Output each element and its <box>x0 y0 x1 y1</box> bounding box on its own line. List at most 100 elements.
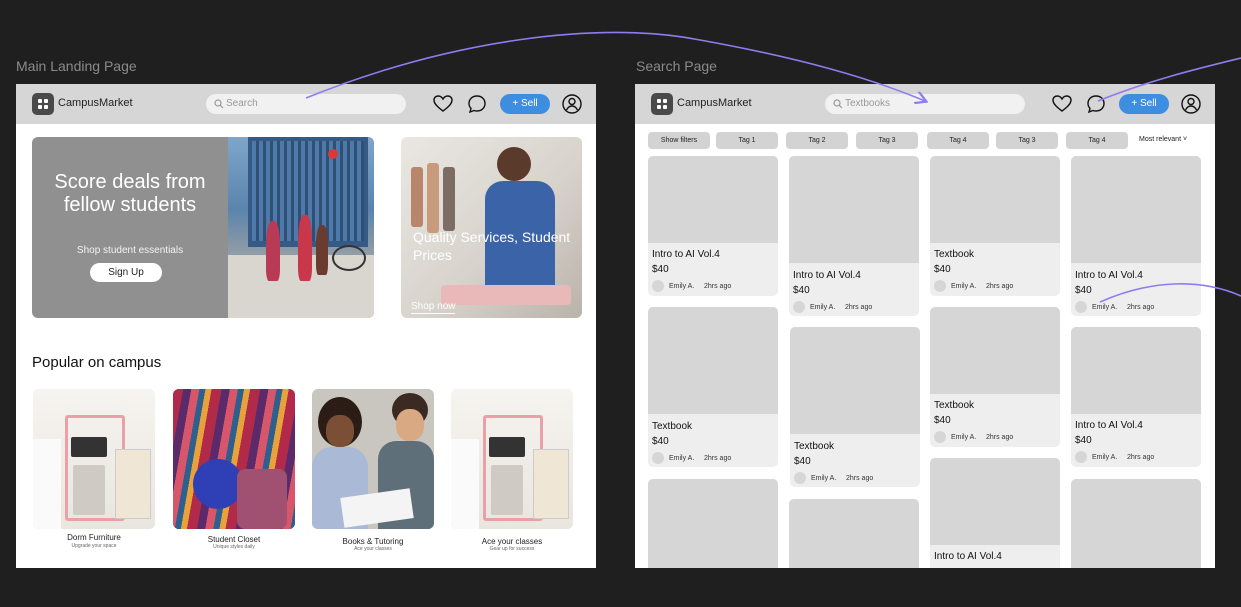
listing-image <box>648 307 778 414</box>
heart-icon[interactable] <box>432 93 454 115</box>
search-page-frame: CampusMarket Textbooks + Sell Show filte… <box>635 84 1215 568</box>
post-time: 2hrs ago <box>704 455 732 462</box>
chat-icon[interactable] <box>466 93 488 115</box>
brand-name[interactable]: CampusMarket <box>58 97 133 109</box>
listing-price: $40 <box>794 456 811 467</box>
listing-image <box>1071 327 1201 414</box>
listing-price: $40 <box>934 264 951 275</box>
hero-title: Score deals from fellow students <box>54 171 206 216</box>
sell-button[interactable]: + Sell <box>500 94 550 114</box>
search-frame-label: Search Page <box>636 58 717 74</box>
sort-dropdown[interactable]: Most relevant ˅ <box>1139 136 1187 143</box>
tag-chip[interactable]: Tag 3 <box>996 132 1058 149</box>
grid-logo-icon[interactable] <box>651 93 673 115</box>
listing-title: Intro to AI Vol.4 <box>1075 270 1143 281</box>
services-title: Quality Services, Student Prices <box>413 229 571 263</box>
tag-chip[interactable]: Tag 1 <box>716 132 778 149</box>
avatar <box>793 301 805 313</box>
listing-image <box>1071 156 1201 263</box>
listing-card[interactable]: Intro to AI Vol.4 $40 Emily A. 2hrs ago <box>648 156 778 296</box>
post-time: 2hrs ago <box>986 283 1014 290</box>
popular-section-title: Popular on campus <box>32 354 162 371</box>
listing-card[interactable]: Textbook $40 Emily A. 2hrs ago <box>790 327 920 487</box>
avatar <box>652 280 664 292</box>
avatar <box>1075 301 1087 313</box>
search-input[interactable]: Textbooks <box>825 94 1025 114</box>
seller-name: Emily A. <box>1092 304 1118 311</box>
avatar <box>934 280 946 292</box>
category-subtitle: Upgrade your space <box>71 543 117 549</box>
category-card-ace-classes[interactable] <box>451 389 573 529</box>
services-banner[interactable]: Quality Services, Student Prices Shop no… <box>401 137 582 318</box>
listing-title: Intro to AI Vol.4 <box>793 270 861 281</box>
tag-chip[interactable]: Tag 3 <box>856 132 918 149</box>
seller-name: Emily A. <box>669 455 695 462</box>
avatar <box>1075 451 1087 463</box>
seller-name: Emily A. <box>811 475 837 482</box>
seller-name: Emily A. <box>1092 454 1118 461</box>
listing-card[interactable]: Intro to AI Vol.4 <box>930 458 1060 568</box>
hero-subtitle: Shop student essentials <box>76 245 184 256</box>
chat-icon[interactable] <box>1085 93 1107 115</box>
listing-card[interactable] <box>648 479 778 568</box>
listing-card[interactable]: Textbook $40 Emily A. 2hrs ago <box>930 156 1060 296</box>
listing-card[interactable] <box>1071 479 1201 568</box>
category-subtitle: Ace your classes <box>354 546 392 552</box>
show-filters-button[interactable]: Show filters <box>648 132 710 149</box>
category-card-student-closet[interactable] <box>173 389 295 529</box>
tag-chip[interactable]: Tag 2 <box>786 132 848 149</box>
search-icon <box>833 99 843 109</box>
listing-price: $40 <box>652 264 669 275</box>
category-card-books-tutoring[interactable] <box>312 389 434 529</box>
listing-title: Textbook <box>652 421 693 432</box>
listing-price: $40 <box>934 415 951 426</box>
category-name: Dorm Furniture <box>67 533 121 542</box>
listing-card[interactable]: Intro to AI Vol.4 $40 Emily A. 2hrs ago <box>1071 156 1201 316</box>
listing-card[interactable]: Intro to AI Vol.4 $40 Emily A. 2hrs ago <box>789 156 919 316</box>
listing-image <box>648 479 778 568</box>
sign-up-button[interactable]: Sign Up <box>90 263 162 282</box>
post-time: 2hrs ago <box>1127 304 1155 311</box>
listing-image <box>930 458 1060 545</box>
listing-price: $40 <box>1075 285 1092 296</box>
listing-title: Textbook <box>934 400 975 411</box>
listing-price: $40 <box>652 436 669 447</box>
category-subtitle: Unique styles daily <box>213 544 255 550</box>
tag-chip[interactable]: Tag 4 <box>927 132 989 149</box>
top-navigation-bar: CampusMarket Textbooks + Sell <box>635 84 1215 124</box>
listing-title: Textbook <box>934 249 975 260</box>
listing-image <box>789 499 919 568</box>
user-icon[interactable] <box>1180 93 1202 115</box>
tag-chip[interactable]: Tag 4 <box>1066 132 1128 149</box>
listing-image <box>1071 479 1201 568</box>
post-time: 2hrs ago <box>846 475 874 482</box>
search-icon <box>214 99 224 109</box>
hero-banner: Score deals from fellow students Shop st… <box>32 137 374 318</box>
landing-frame-label: Main Landing Page <box>16 58 137 74</box>
grid-logo-icon[interactable] <box>32 93 54 115</box>
category-name: Student Closet <box>207 535 261 544</box>
seller-name: Emily A. <box>951 283 977 290</box>
category-card-dorm-furniture[interactable] <box>33 389 155 529</box>
sell-button[interactable]: + Sell <box>1119 94 1169 114</box>
top-navigation-bar: CampusMarket Search + Sell <box>16 84 596 124</box>
search-value: Textbooks <box>845 98 891 109</box>
search-placeholder: Search <box>226 98 258 109</box>
listing-card[interactable]: Intro to AI Vol.4 $40 Emily A. 2hrs ago <box>1071 327 1201 467</box>
post-time: 2hrs ago <box>986 434 1014 441</box>
post-time: 2hrs ago <box>845 304 873 311</box>
listing-title: Intro to AI Vol.4 <box>652 249 720 260</box>
listing-price: $40 <box>1075 435 1092 446</box>
search-input[interactable]: Search <box>206 94 406 114</box>
listing-card[interactable] <box>789 499 919 568</box>
shop-now-link[interactable]: Shop now <box>411 301 456 314</box>
seller-name: Emily A. <box>669 283 695 290</box>
user-icon[interactable] <box>561 93 583 115</box>
category-name: Ace your classes <box>481 537 543 546</box>
brand-name[interactable]: CampusMarket <box>677 97 752 109</box>
listing-image <box>648 156 778 243</box>
hero-campus-photo <box>228 137 374 318</box>
listing-card[interactable]: Textbook $40 Emily A. 2hrs ago <box>648 307 778 467</box>
listing-card[interactable]: Textbook $40 Emily A. 2hrs ago <box>930 307 1060 447</box>
heart-icon[interactable] <box>1051 93 1073 115</box>
